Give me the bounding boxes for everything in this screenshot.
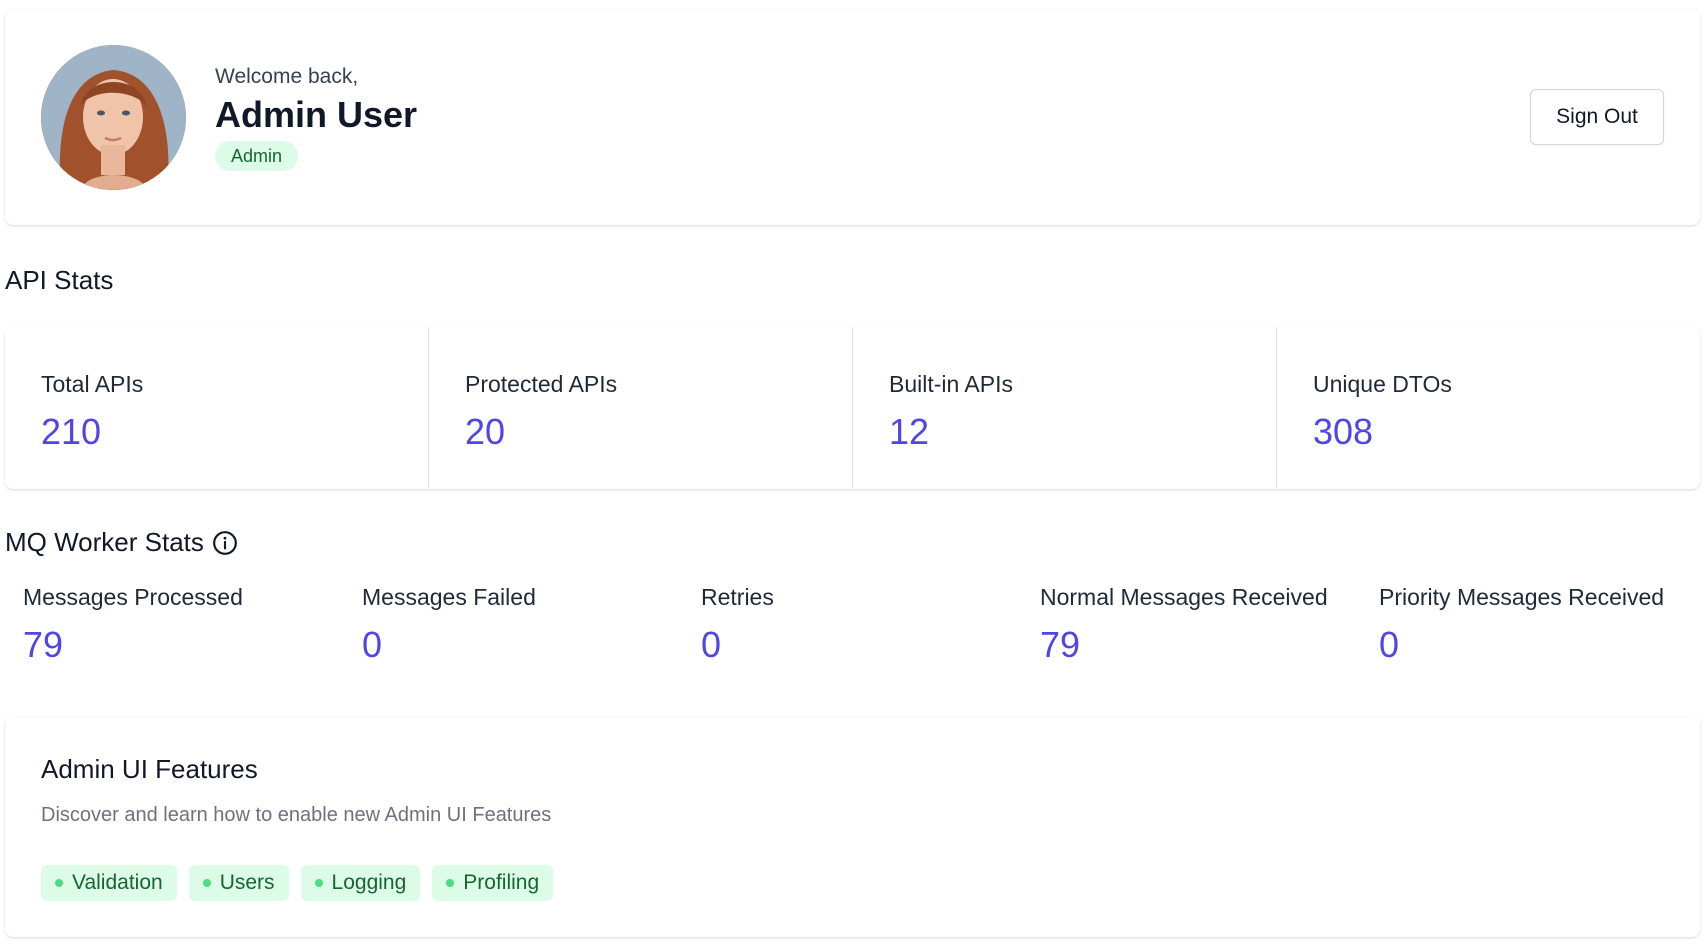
feature-tag-users[interactable]: Users xyxy=(188,865,289,901)
mq-stat-processed: Messages Processed 79 xyxy=(5,580,344,670)
sign-out-button[interactable]: Sign Out xyxy=(1530,89,1664,145)
role-badge: Admin xyxy=(215,141,299,171)
feature-tag-validation[interactable]: Validation xyxy=(41,865,177,901)
mq-stat-label: Retries xyxy=(701,584,774,610)
stat-value: 12 xyxy=(889,411,930,452)
mq-stat-label: Messages Processed xyxy=(23,584,243,610)
mq-stat-priority-received: Priority Messages Received 0 xyxy=(1361,580,1700,670)
feature-tag-label: Profiling xyxy=(463,871,540,894)
user-name: Admin User xyxy=(215,94,418,135)
feature-tag-profiling[interactable]: Profiling xyxy=(432,865,554,901)
stat-label: Unique DTOs xyxy=(1313,371,1452,397)
mq-stats-panel: Messages Processed 79 Messages Failed 0 … xyxy=(5,580,1700,670)
stat-value: 210 xyxy=(41,411,102,452)
stat-label: Built-in APIs xyxy=(889,371,1013,397)
welcome-text: Welcome back, xyxy=(215,65,359,88)
stat-value: 308 xyxy=(1313,411,1374,452)
status-dot-icon xyxy=(55,879,63,887)
info-icon[interactable] xyxy=(212,530,238,556)
api-stats-panel: Total APIs 210 Protected APIs 20 Built-i… xyxy=(5,327,1700,489)
features-description: Discover and learn how to enable new Adm… xyxy=(41,804,552,826)
features-title: Admin UI Features xyxy=(41,754,258,784)
mq-stat-label: Messages Failed xyxy=(362,584,536,610)
stat-builtin-apis: Built-in APIs 12 xyxy=(853,327,1277,489)
status-dot-icon xyxy=(202,879,211,887)
mq-stat-normal-received: Normal Messages Received 79 xyxy=(1022,580,1361,670)
stat-unique-dtos: Unique DTOs 308 xyxy=(1277,327,1700,489)
mq-stat-value: 79 xyxy=(23,624,64,665)
mq-stats-heading: MQ Worker Stats xyxy=(5,527,238,558)
mq-stat-value: 0 xyxy=(362,624,383,665)
mq-stat-label: Normal Messages Received xyxy=(1040,584,1328,610)
mq-stat-failed: Messages Failed 0 xyxy=(344,580,683,670)
mq-stat-value: 79 xyxy=(1040,624,1081,665)
mq-stat-label: Priority Messages Received xyxy=(1379,584,1665,610)
feature-tag-label: Logging xyxy=(331,871,407,894)
mq-stat-value: 0 xyxy=(1379,624,1400,665)
feature-tag-list: Validation Users Logging Profiling xyxy=(41,865,554,901)
stat-label: Protected APIs xyxy=(465,371,618,397)
stat-protected-apis: Protected APIs 20 xyxy=(429,327,853,489)
status-dot-icon xyxy=(446,879,455,887)
stat-label: Total APIs xyxy=(41,371,144,397)
profile-card: Welcome back, Admin User Admin Sign Out xyxy=(5,9,1700,225)
avatar-image xyxy=(41,45,186,190)
status-dot-icon xyxy=(314,879,323,887)
mq-stat-retries: Retries 0 xyxy=(683,580,1022,670)
mq-stats-title: MQ Worker Stats xyxy=(5,527,204,557)
feature-tag-label: Validation xyxy=(72,871,163,894)
stat-total-apis: Total APIs 210 xyxy=(5,327,429,489)
features-card: Admin UI Features Discover and learn how… xyxy=(5,717,1700,937)
stat-value: 20 xyxy=(465,411,506,452)
avatar xyxy=(41,45,186,190)
feature-tag-logging[interactable]: Logging xyxy=(300,865,421,901)
mq-stat-value: 0 xyxy=(701,624,722,665)
api-stats-title: API Stats xyxy=(5,265,114,295)
feature-tag-label: Users xyxy=(219,871,275,894)
